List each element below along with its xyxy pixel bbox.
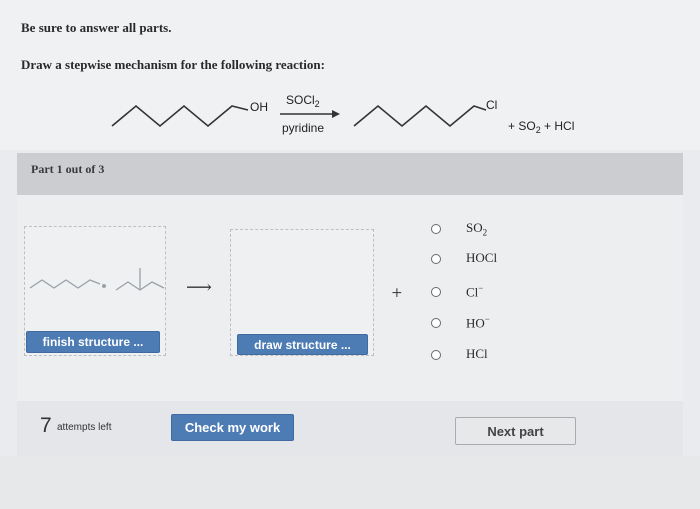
- option-label: SO2: [466, 220, 488, 238]
- reaction-scheme: OH SOCl2 pyridine Cl + SO2 + HCl: [111, 93, 574, 135]
- conditions-label: pyridine: [282, 121, 324, 135]
- byproducts-label: + SO2 + HCl: [508, 119, 574, 135]
- option-hcl[interactable]: HCl: [431, 344, 488, 366]
- finish-structure-button[interactable]: finish structure ...: [26, 331, 160, 353]
- option-so2[interactable]: SO2: [431, 218, 487, 240]
- option-ho-minus[interactable]: HO−: [431, 312, 490, 334]
- reaction-arrowhead: [332, 110, 340, 118]
- question-text: Draw a stepwise mechanism for the follow…: [21, 57, 325, 72]
- reactant-chain: [111, 104, 249, 128]
- product-chain: [353, 104, 487, 128]
- plus-sign: +: [391, 285, 403, 301]
- option-label: Cl−: [466, 283, 484, 300]
- attempts-label: attempts left: [57, 422, 112, 433]
- mechanism-arrow-icon: ⟶: [186, 277, 212, 298]
- footer-bar: [17, 401, 683, 456]
- check-my-work-button[interactable]: Check my work: [171, 414, 294, 441]
- option-hocl[interactable]: HOCl: [431, 248, 497, 270]
- attempts-count: 7: [40, 414, 52, 437]
- part-bar: [17, 153, 683, 195]
- draw-structure-button[interactable]: draw structure ...: [237, 334, 368, 355]
- part-label: Part 1 out of 3: [31, 162, 105, 176]
- option-label: HCl: [466, 346, 488, 361]
- alcohol-structure-drawing: [29, 268, 165, 291]
- radio-button[interactable]: [431, 287, 441, 297]
- radio-button[interactable]: [431, 350, 441, 360]
- radio-button[interactable]: [431, 224, 441, 234]
- option-cl-minus[interactable]: Cl−: [431, 281, 483, 303]
- next-part-button[interactable]: Next part: [455, 417, 576, 445]
- reagent-label: SOCl2: [286, 93, 320, 109]
- product-cl-label: Cl: [486, 98, 497, 112]
- option-label: HOCl: [466, 250, 498, 265]
- radio-button[interactable]: [431, 254, 441, 264]
- radio-button[interactable]: [431, 318, 441, 328]
- page-bottom: [0, 456, 700, 509]
- option-label: HO−: [466, 314, 490, 331]
- instruction-text: Be sure to answer all parts.: [21, 20, 172, 35]
- reactant-oh-label: OH: [250, 100, 268, 114]
